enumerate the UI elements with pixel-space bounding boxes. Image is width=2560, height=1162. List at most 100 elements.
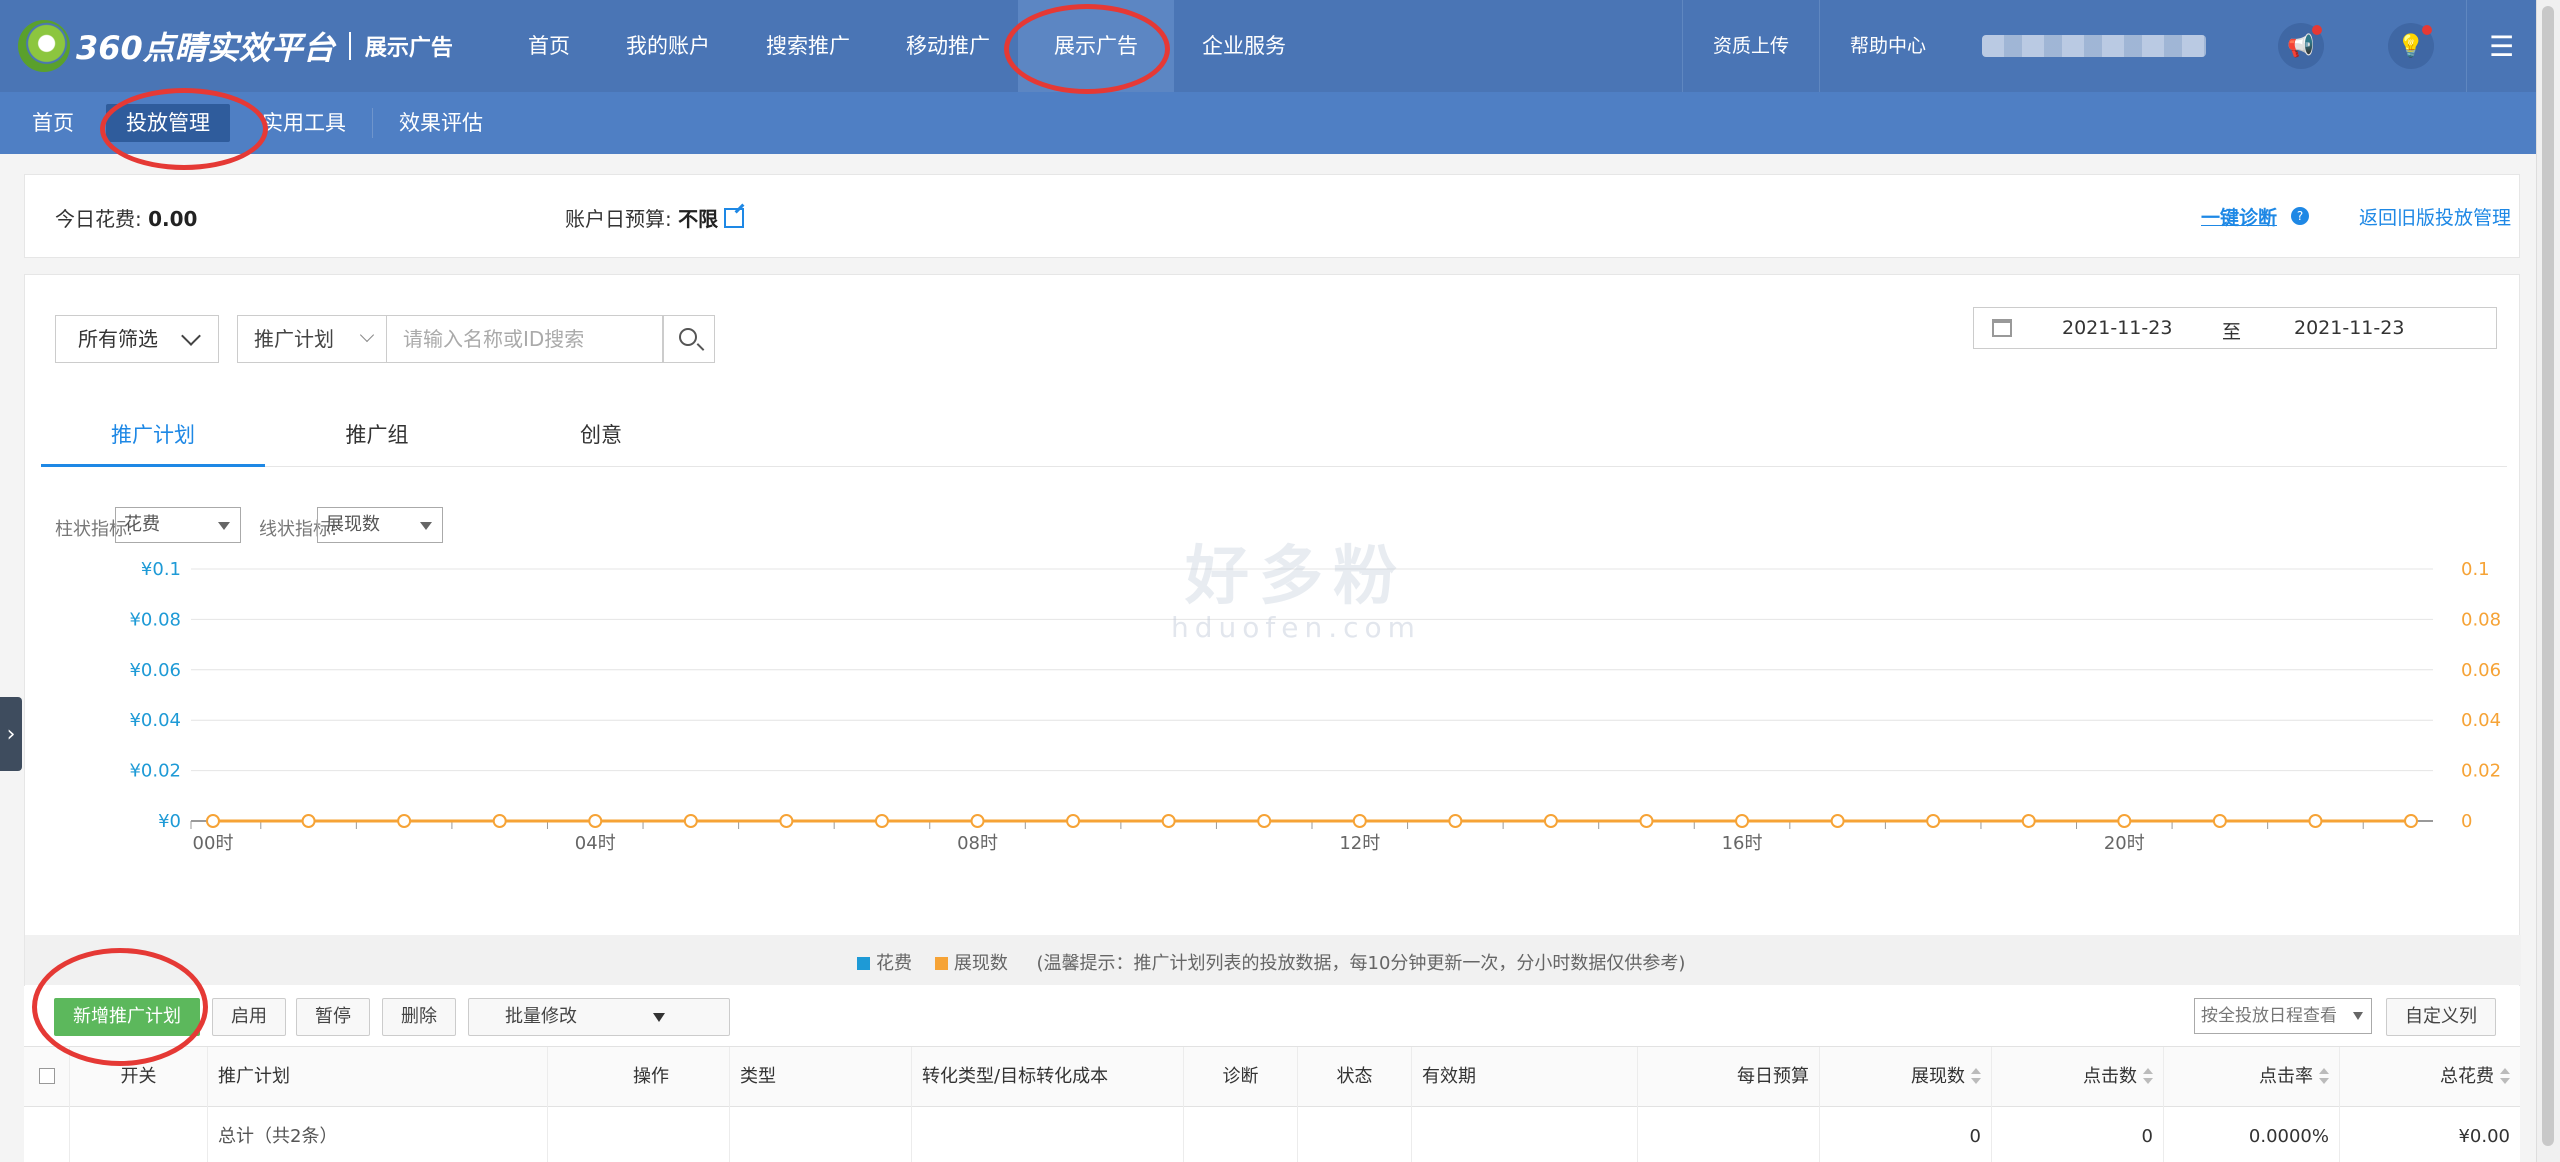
batch-edit-dropdown[interactable]: 批量修改 [468, 998, 730, 1036]
megaphone-icon: 📢 [2287, 33, 2315, 59]
notification-dot [2422, 25, 2432, 35]
search-button[interactable] [663, 315, 715, 363]
page-scrollbar[interactable] [2536, 0, 2560, 1162]
x-tick-label: 20时 [2104, 833, 2145, 854]
data-point [2021, 814, 2036, 828]
data-point [683, 814, 698, 828]
col-conversion: 转化类型/目标转化成本 [912, 1047, 1184, 1107]
custom-columns-button[interactable]: 自定义列 [2386, 998, 2496, 1036]
qualification-upload-link[interactable]: 资质上传 [1681, 0, 1819, 92]
data-point [492, 814, 507, 828]
tab-ad-groups[interactable]: 推广组 [265, 415, 489, 467]
data-point [1543, 814, 1558, 828]
col-type: 类型 [730, 1047, 912, 1107]
old-version-link[interactable]: 返回旧版投放管理 [2359, 203, 2511, 230]
y-left-tick-label: ¥0 [158, 811, 181, 832]
nav-enterprise[interactable]: 企业服务 [1174, 0, 1314, 92]
action-bar: 新增推广计划 启用 暂停 删除 批量修改 按全投放日程查看 自定义列 [24, 986, 2520, 1046]
subnav-delivery-management[interactable]: 投放管理 [106, 104, 230, 142]
calendar-icon [1992, 319, 2012, 337]
total-ctr: 0.0000% [2164, 1107, 2340, 1162]
date-range-picker[interactable]: 2021-11-23 至 2021-11-23 [1973, 307, 2497, 349]
subnav-effect-evaluation[interactable]: 效果评估 [379, 92, 503, 154]
data-point [588, 814, 603, 828]
search-input[interactable] [387, 315, 663, 363]
tips-button[interactable]: 💡 [2388, 23, 2434, 69]
y-left-tick-label: ¥0.02 [129, 761, 181, 782]
subnav-tools[interactable]: 实用工具 [242, 92, 366, 154]
tab-creatives[interactable]: 创意 [489, 415, 713, 467]
row-empty-cell [548, 1107, 730, 1162]
edit-budget-icon[interactable] [724, 208, 745, 228]
search-scope-select[interactable]: 推广计划 [237, 315, 387, 363]
line-metric-select[interactable]: 展现数 [317, 507, 443, 543]
data-point [301, 814, 316, 828]
sort-icon[interactable] [2500, 1068, 2510, 1084]
legend-impressions[interactable]: 展现数 [934, 953, 1008, 974]
y-left-tick-label: ¥0.06 [129, 660, 181, 681]
data-point [1735, 814, 1750, 828]
select-all-checkbox[interactable] [38, 1068, 55, 1084]
pause-button[interactable]: 暂停 [296, 998, 370, 1036]
row-empty-cell [1298, 1107, 1412, 1162]
select-all-checkbox-cell[interactable] [24, 1047, 70, 1107]
dropdown-arrow-icon [2353, 1012, 2363, 1020]
schedule-view-select[interactable]: 按全投放日程查看 [2194, 998, 2372, 1034]
level-tabs: 推广计划 推广组 创意 [41, 415, 2507, 467]
col-campaign: 推广计划 [208, 1047, 548, 1107]
legend-swatch-spend [857, 957, 870, 970]
x-tick-label: 12时 [1339, 833, 1380, 854]
data-point [2308, 814, 2323, 828]
data-point [1161, 814, 1176, 828]
delete-button[interactable]: 删除 [382, 998, 456, 1036]
enable-button[interactable]: 启用 [212, 998, 286, 1036]
brand-name: 360点睛实效平台 [76, 29, 335, 67]
sort-icon[interactable] [2319, 1068, 2329, 1084]
nav-display-ads[interactable]: 展示广告 [1018, 0, 1174, 92]
nav-my-account[interactable]: 我的账户 [598, 0, 738, 92]
col-impressions[interactable]: 展现数 [1820, 1047, 1992, 1107]
notification-dot [2312, 25, 2322, 35]
data-point [2117, 814, 2132, 828]
logo-divider [348, 32, 351, 60]
data-point [1257, 814, 1272, 828]
subnav-home[interactable]: 首页 [12, 92, 94, 154]
campaign-table: 开关 推广计划 操作 类型 转化类型/目标转化成本 诊断 状态 有效期 每日预算… [24, 1046, 2520, 1162]
brand-logo[interactable]: 360点睛实效平台 展示广告 [18, 18, 453, 74]
main-nav: 首页 我的账户 搜索推广 移动推广 展示广告 企业服务 [500, 0, 1314, 92]
announcement-button[interactable]: 📢 [2278, 23, 2324, 69]
nav-search-promo[interactable]: 搜索推广 [738, 0, 878, 92]
data-point [1830, 814, 1845, 828]
col-ctr[interactable]: 点击率 [2164, 1047, 2340, 1107]
help-center-link[interactable]: 帮助中心 [1818, 0, 1956, 92]
date-start[interactable]: 2021-11-23 [2062, 317, 2172, 339]
sidebar-expand-handle[interactable]: › [0, 697, 22, 771]
dropdown-arrow-icon [218, 522, 230, 530]
new-campaign-button[interactable]: 新增推广计划 [54, 998, 200, 1036]
help-icon[interactable]: ? [2291, 207, 2309, 225]
all-filters-dropdown[interactable]: 所有筛选 [55, 315, 219, 363]
today-spend-value: 0.00 [148, 207, 198, 231]
x-tick-label: 08时 [957, 833, 998, 854]
col-clicks[interactable]: 点击数 [1992, 1047, 2164, 1107]
user-account-blurred[interactable] [1982, 35, 2206, 57]
tab-campaigns[interactable]: 推广计划 [41, 415, 265, 467]
top-navbar: 360点睛实效平台 展示广告 首页 我的账户 搜索推广 移动推广 展示广告 企业… [0, 0, 2536, 92]
col-operation: 操作 [548, 1047, 730, 1107]
bar-metric-select[interactable]: 花费 [115, 507, 241, 543]
legend-spend[interactable]: 花费 [857, 953, 912, 974]
scrollbar-thumb[interactable] [2542, 6, 2554, 1146]
date-end[interactable]: 2021-11-23 [2294, 317, 2404, 339]
menu-button[interactable]: ☰ [2466, 0, 2536, 92]
y-right-tick-label: 0.1 [2461, 559, 2490, 580]
daily-budget: 账户日预算: 不限 [565, 203, 745, 232]
col-daily-budget: 每日预算 [1638, 1047, 1820, 1107]
one-click-diagnose-link[interactable]: 一键诊断 [2201, 203, 2277, 230]
sort-icon[interactable] [1971, 1068, 1981, 1084]
nav-home[interactable]: 首页 [500, 0, 598, 92]
y-right-tick-label: 0 [2461, 811, 2472, 832]
col-total-spend[interactable]: 总花费 [2340, 1047, 2520, 1107]
nav-mobile-promo[interactable]: 移动推广 [878, 0, 1018, 92]
dropdown-arrow-icon [653, 1013, 665, 1022]
sort-icon[interactable] [2143, 1068, 2153, 1084]
